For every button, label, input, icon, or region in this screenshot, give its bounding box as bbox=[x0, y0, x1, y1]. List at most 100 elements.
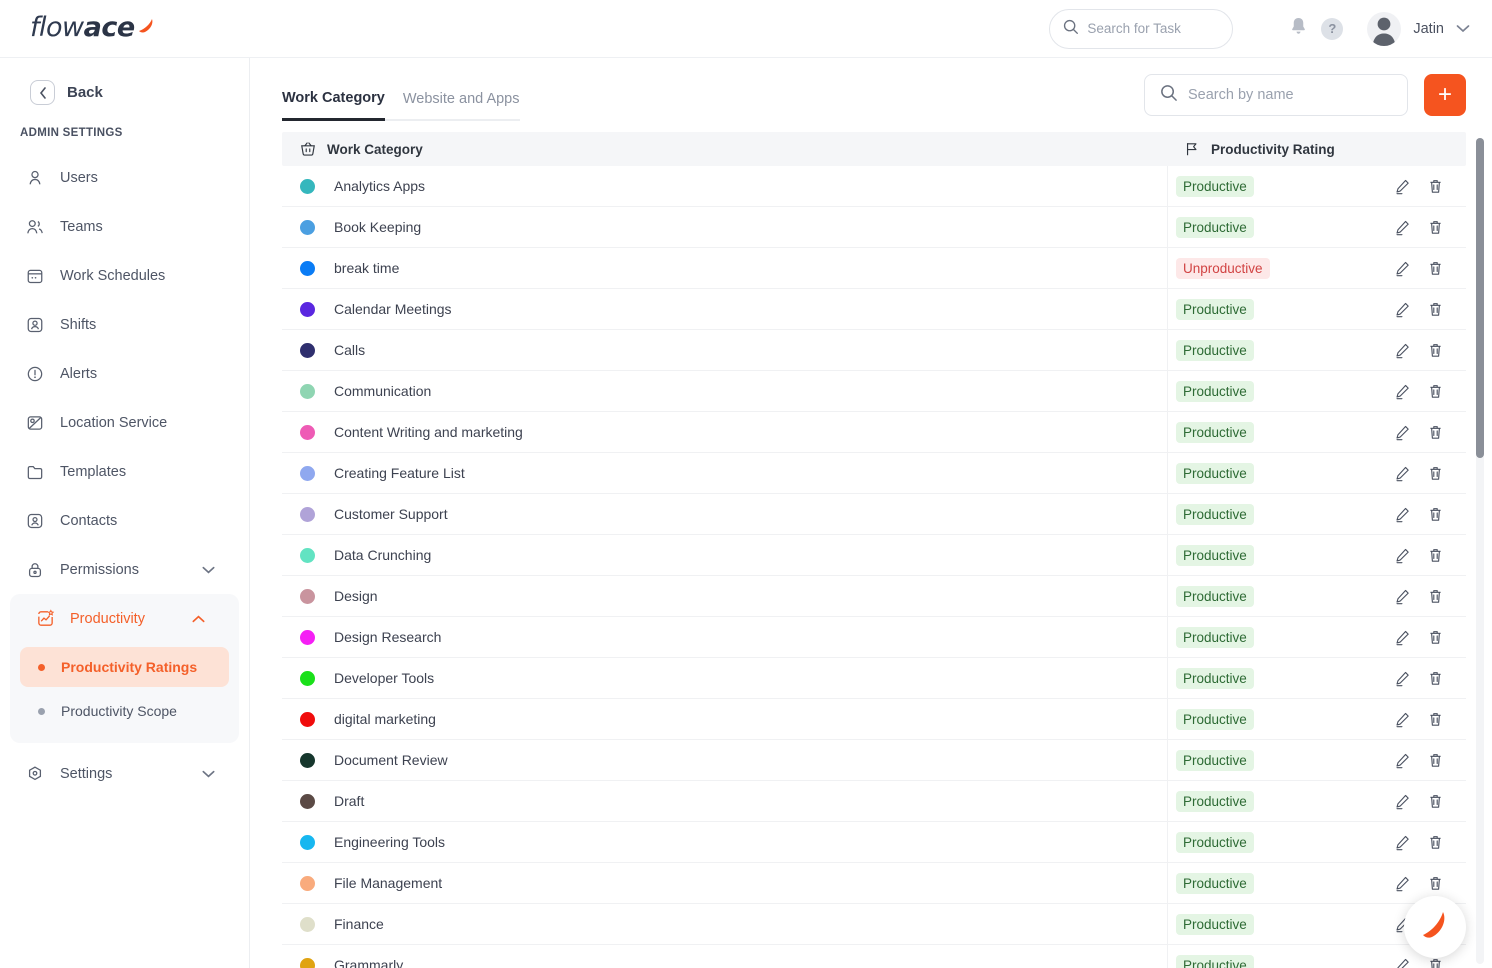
sidebar-item-templates[interactable]: Templates bbox=[0, 447, 249, 496]
sidebar-item-location-service[interactable]: Location Service bbox=[0, 398, 249, 447]
scrollbar-thumb[interactable] bbox=[1476, 138, 1484, 458]
delete-button[interactable] bbox=[1427, 301, 1444, 318]
delete-button[interactable] bbox=[1427, 793, 1444, 810]
tab-work-category[interactable]: Work Category bbox=[282, 90, 385, 121]
delete-button[interactable] bbox=[1427, 875, 1444, 892]
edit-button[interactable] bbox=[1394, 301, 1411, 318]
column-header-work-category[interactable]: Work Category bbox=[282, 141, 1168, 157]
edit-button[interactable] bbox=[1394, 465, 1411, 482]
table-row[interactable]: Analytics Apps Productive bbox=[282, 166, 1466, 207]
sidebar-item-productivity-ratings[interactable]: Productivity Ratings bbox=[20, 647, 229, 687]
delete-button[interactable] bbox=[1427, 711, 1444, 728]
chevron-down-icon[interactable] bbox=[1456, 20, 1470, 37]
edit-button[interactable] bbox=[1394, 506, 1411, 523]
delete-button[interactable] bbox=[1427, 588, 1444, 605]
edit-button[interactable] bbox=[1394, 629, 1411, 646]
edit-button[interactable] bbox=[1394, 178, 1411, 195]
edit-button[interactable] bbox=[1394, 834, 1411, 851]
edit-button[interactable] bbox=[1394, 793, 1411, 810]
edit-button[interactable] bbox=[1394, 383, 1411, 400]
delete-button[interactable] bbox=[1427, 342, 1444, 359]
table-row[interactable]: Finance Productive bbox=[282, 903, 1466, 945]
tab-website-and-apps[interactable]: Website and Apps bbox=[384, 91, 520, 121]
sidebar-item-alerts[interactable]: Alerts bbox=[0, 349, 249, 398]
edit-button[interactable] bbox=[1394, 547, 1411, 564]
name-search[interactable] bbox=[1144, 74, 1408, 116]
delete-button[interactable] bbox=[1427, 834, 1444, 851]
table-row[interactable]: break time Unproductive bbox=[282, 247, 1466, 289]
table-row[interactable]: Engineering Tools Productive bbox=[282, 821, 1466, 863]
category-color-dot bbox=[300, 383, 315, 399]
edit-button[interactable] bbox=[1394, 342, 1411, 359]
table-row[interactable]: Data Crunching Productive bbox=[282, 534, 1466, 576]
bullet-icon bbox=[38, 707, 45, 715]
category-name: Analytics Apps bbox=[334, 178, 426, 194]
sidebar-item-productivity-scope[interactable]: Productivity Scope bbox=[20, 691, 229, 731]
sidebar-item-teams[interactable]: Teams bbox=[0, 202, 249, 251]
edit-button[interactable] bbox=[1394, 588, 1411, 605]
chevron-down-icon bbox=[202, 562, 215, 577]
delete-button[interactable] bbox=[1427, 424, 1444, 441]
sidebar-item-productivity[interactable]: Productivity bbox=[10, 594, 239, 643]
delete-button[interactable] bbox=[1427, 957, 1444, 968]
sidebar-item-users[interactable]: Users bbox=[0, 153, 249, 202]
sidebar-item-work-schedules[interactable]: Work Schedules bbox=[0, 251, 249, 300]
search-by-name-input[interactable] bbox=[1188, 87, 1393, 103]
delete-button[interactable] bbox=[1427, 670, 1444, 687]
delete-button[interactable] bbox=[1427, 383, 1444, 400]
sidebar-item-permissions[interactable]: Permissions bbox=[0, 545, 249, 594]
delete-button[interactable] bbox=[1427, 547, 1444, 564]
table-row[interactable]: Customer Support Productive bbox=[282, 493, 1466, 535]
table-scrollbar[interactable] bbox=[1476, 138, 1484, 964]
edit-button[interactable] bbox=[1394, 260, 1411, 277]
notifications-button[interactable] bbox=[1281, 12, 1315, 46]
chat-widget-button[interactable] bbox=[1404, 896, 1466, 958]
delete-button[interactable] bbox=[1427, 465, 1444, 482]
search-input[interactable] bbox=[1087, 21, 1221, 36]
logo-swoosh-icon bbox=[136, 15, 156, 35]
table-row[interactable]: digital marketing Productive bbox=[282, 698, 1466, 740]
table-row[interactable]: Calendar Meetings Productive bbox=[282, 288, 1466, 330]
delete-button[interactable] bbox=[1427, 752, 1444, 769]
sidebar-item-contacts[interactable]: Contacts bbox=[0, 496, 249, 545]
cell-productivity-rating: Productive bbox=[1168, 412, 1466, 453]
edit-button[interactable] bbox=[1394, 875, 1411, 892]
delete-button[interactable] bbox=[1427, 629, 1444, 646]
edit-button[interactable] bbox=[1394, 424, 1411, 441]
category-name: digital marketing bbox=[334, 711, 436, 727]
edit-button[interactable] bbox=[1394, 957, 1411, 968]
delete-button[interactable] bbox=[1427, 219, 1444, 236]
task-search[interactable] bbox=[1049, 8, 1234, 49]
cell-productivity-rating: Productive bbox=[1168, 207, 1466, 248]
table-row[interactable]: Design Research Productive bbox=[282, 616, 1466, 658]
delete-button[interactable] bbox=[1427, 178, 1444, 195]
table-row[interactable]: Calls Productive bbox=[282, 329, 1466, 371]
delete-button[interactable] bbox=[1427, 260, 1444, 277]
table-row[interactable]: Communication Productive bbox=[282, 370, 1466, 412]
table-row[interactable]: Grammarly Productive bbox=[282, 944, 1466, 968]
table-row[interactable]: File Management Productive bbox=[282, 862, 1466, 904]
table-row[interactable]: Book Keeping Productive bbox=[282, 206, 1466, 248]
status-badge: Productive bbox=[1176, 749, 1254, 771]
flowace-logo[interactable]: flowace bbox=[30, 14, 156, 41]
sidebar-item-shifts[interactable]: Shifts bbox=[0, 300, 249, 349]
column-header-productivity-rating[interactable]: Productivity Rating bbox=[1168, 141, 1466, 157]
back-button[interactable]: Back bbox=[0, 80, 249, 105]
table-row[interactable]: Design Productive bbox=[282, 575, 1466, 617]
add-button[interactable]: + bbox=[1424, 74, 1466, 116]
table-row[interactable]: Document Review Productive bbox=[282, 739, 1466, 781]
table-row[interactable]: Creating Feature List Productive bbox=[282, 452, 1466, 494]
help-button[interactable]: ? bbox=[1315, 12, 1349, 46]
avatar[interactable] bbox=[1367, 11, 1402, 46]
delete-button[interactable] bbox=[1427, 506, 1444, 523]
category-name: Finance bbox=[334, 916, 384, 932]
edit-button[interactable] bbox=[1394, 670, 1411, 687]
edit-button[interactable] bbox=[1394, 711, 1411, 728]
table-row[interactable]: Draft Productive bbox=[282, 780, 1466, 822]
main-header-actions: + bbox=[1144, 74, 1492, 116]
edit-button[interactable] bbox=[1394, 752, 1411, 769]
edit-button[interactable] bbox=[1394, 219, 1411, 236]
sidebar-item-settings[interactable]: Settings bbox=[0, 749, 249, 798]
table-row[interactable]: Content Writing and marketing Productive bbox=[282, 411, 1466, 453]
table-row[interactable]: Developer Tools Productive bbox=[282, 657, 1466, 699]
